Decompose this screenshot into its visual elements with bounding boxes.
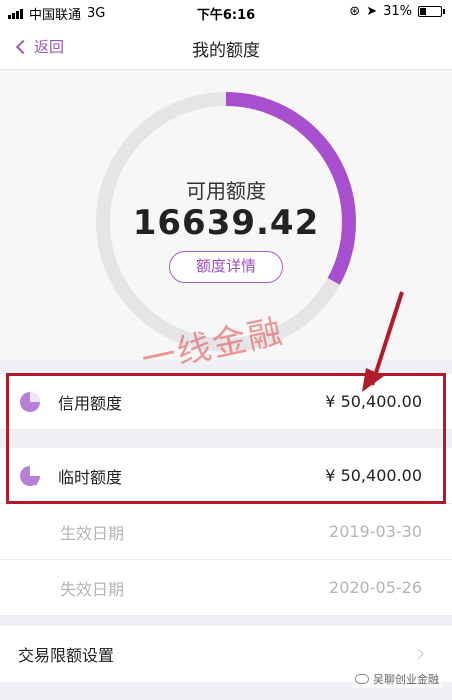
row-label: 失效日期 <box>60 579 125 599</box>
battery-icon <box>418 6 445 17</box>
row-value: 2019-03-30 <box>329 522 422 541</box>
status-bar: 中国联通 3G 下午6:16 ⊛ ➤ 31% <box>0 0 452 24</box>
battery-percent: 31% <box>383 4 412 19</box>
detail-button[interactable]: 额度详情 <box>169 251 283 283</box>
chevron-right-icon <box>412 648 424 660</box>
settings-label: 交易限额设置 <box>18 646 115 665</box>
highlight-box <box>6 373 446 504</box>
row-label: 生效日期 <box>60 523 125 543</box>
lock-rotation-icon: ⊛ <box>349 4 361 19</box>
available-label: 可用额度 <box>186 179 266 203</box>
page-title: 我的额度 <box>192 41 260 61</box>
brand-text: 吴聊创业金融 <box>373 673 439 686</box>
brand-watermark: 吴聊创业金融 <box>352 670 442 688</box>
nav-bar: 返回 我的额度 <box>0 24 452 70</box>
status-right: ⊛ ➤ 31% <box>349 4 445 19</box>
available-value: 16639.42 <box>132 203 320 243</box>
chat-logo-icon <box>355 674 369 684</box>
list-item-expiry-date: 失效日期 2020-05-26 <box>0 560 452 616</box>
list-item-effective-date: 生效日期 2019-03-30 <box>0 504 452 560</box>
location-icon: ➤ <box>366 4 378 19</box>
row-value: 2020-05-26 <box>329 578 422 597</box>
